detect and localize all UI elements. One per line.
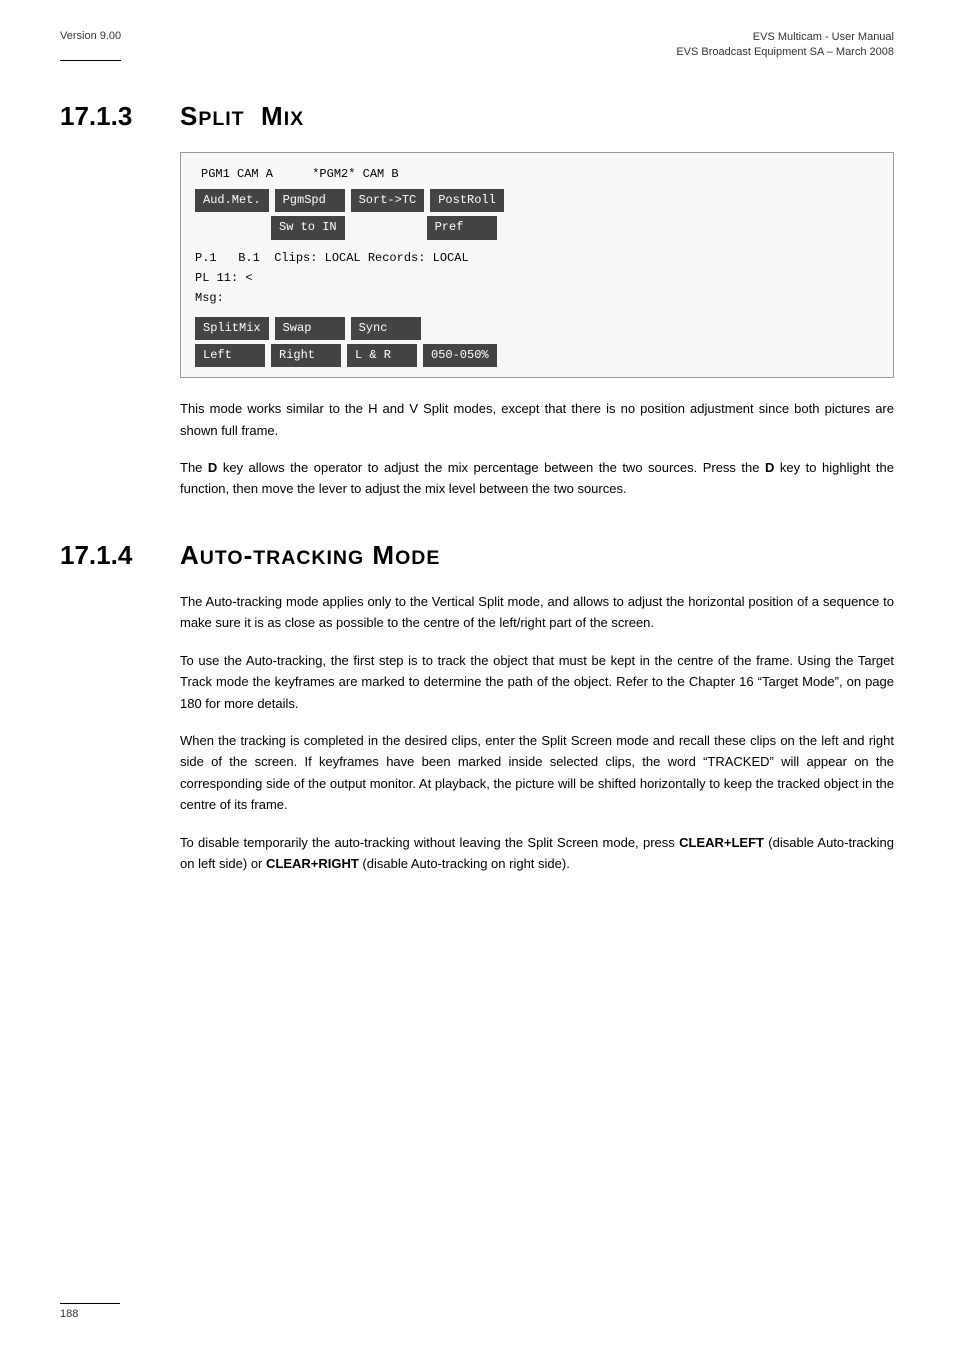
section-17-1-4-header: 17.1.4 AUTO-TRACKING MODE — [60, 540, 894, 571]
l-r-btn: L & R — [347, 344, 417, 367]
info-line1: P.1 B.1 Clips: LOCAL Records: LOCAL — [195, 248, 879, 268]
pgm2-label: *PGM2* CAM B — [306, 163, 404, 185]
empty-cell-1 — [195, 216, 265, 239]
section-17-1-4: 17.1.4 AUTO-TRACKING MODE The Auto-track… — [60, 540, 894, 875]
para2-key2-D: D — [765, 460, 774, 475]
empty-cell-3 — [427, 319, 497, 338]
clear-left-key: CLEAR+LEFT — [679, 835, 764, 850]
title-line1: EVS Multicam - User Manual — [676, 30, 894, 45]
postroll-btn: PostRoll — [430, 189, 504, 212]
version-label: Version 9.00 — [60, 30, 121, 61]
title-small-caps: SPLIT — [180, 101, 245, 131]
percentage-btn: 050-050% — [423, 344, 497, 367]
para2-key-D: D — [208, 460, 217, 475]
sync-btn: Sync — [351, 317, 421, 340]
section-number-17-1-4: 17.1.4 — [60, 540, 150, 571]
terminal-header-row: PGM1 CAM A *PGM2* CAM B — [195, 163, 879, 185]
splitmix-btn: SplitMix — [195, 317, 269, 340]
page-number: 188 — [60, 1308, 78, 1320]
section-17-1-4-para4: To disable temporarily the auto-tracking… — [180, 832, 894, 875]
section-17-1-4-para3: When the tracking is completed in the de… — [180, 730, 894, 816]
section-17-1-3-para1: This mode works similar to the H and V S… — [180, 398, 894, 441]
section-title-17-1-3: SPLIT MIX — [180, 101, 304, 132]
para4-suffix: (disable Auto-tracking on right side). — [359, 856, 570, 871]
para4-prefix: To disable temporarily the auto-tracking… — [180, 835, 679, 850]
para2-middle: key allows the operator to adjust the mi… — [217, 460, 765, 475]
info-line3: Msg: — [195, 288, 879, 308]
page-footer: 188 — [60, 1303, 120, 1320]
pref-btn: Pref — [427, 216, 497, 239]
main-content: 17.1.3 SPLIT MIX PGM1 CAM A *PGM2* CAM B… — [0, 61, 954, 931]
info-line2: PL 11: < — [195, 268, 879, 288]
page-header: Version 9.00 EVS Multicam - User Manual … — [0, 0, 954, 61]
section-title-17-1-4: AUTO-TRACKING MODE — [180, 540, 440, 571]
aud-met-btn: Aud.Met. — [195, 189, 269, 212]
terminal-row1: Aud.Met. PgmSpd Sort->TC PostRoll — [195, 189, 879, 212]
swap-btn: Swap — [275, 317, 345, 340]
terminal-display: PGM1 CAM A *PGM2* CAM B Aud.Met. PgmSpd … — [180, 152, 894, 378]
sort-tc-btn: Sort->TC — [351, 189, 425, 212]
right-btn: Right — [271, 344, 341, 367]
section-17-1-4-para2: To use the Auto-tracking, the first step… — [180, 650, 894, 714]
title-line2: EVS Broadcast Equipment SA – March 2008 — [676, 45, 894, 60]
info-lines: P.1 B.1 Clips: LOCAL Records: LOCAL PL 1… — [195, 248, 879, 309]
empty-cell-2 — [351, 216, 421, 239]
manual-title: EVS Multicam - User Manual EVS Broadcast… — [676, 30, 894, 61]
left-btn: Left — [195, 344, 265, 367]
sw-to-in-btn: Sw to IN — [271, 216, 345, 239]
terminal-btn-row2: Left Right L & R 050-050% — [195, 344, 879, 367]
section-number-17-1-3: 17.1.3 — [60, 101, 150, 132]
terminal-row2: Sw to IN Pref — [195, 216, 879, 239]
title-mix: MIX — [261, 101, 304, 131]
section-17-1-3-header: 17.1.3 SPLIT MIX — [60, 101, 894, 132]
para2-prefix: The — [180, 460, 208, 475]
pgm1-label: PGM1 CAM A — [195, 163, 279, 185]
section-17-1-4-para1: The Auto-tracking mode applies only to t… — [180, 591, 894, 634]
pgmspd-btn: PgmSpd — [275, 189, 345, 212]
terminal-btn-row1: SplitMix Swap Sync — [195, 317, 879, 340]
section-17-1-3-para2: The D key allows the operator to adjust … — [180, 457, 894, 500]
clear-right-key: CLEAR+RIGHT — [266, 856, 359, 871]
